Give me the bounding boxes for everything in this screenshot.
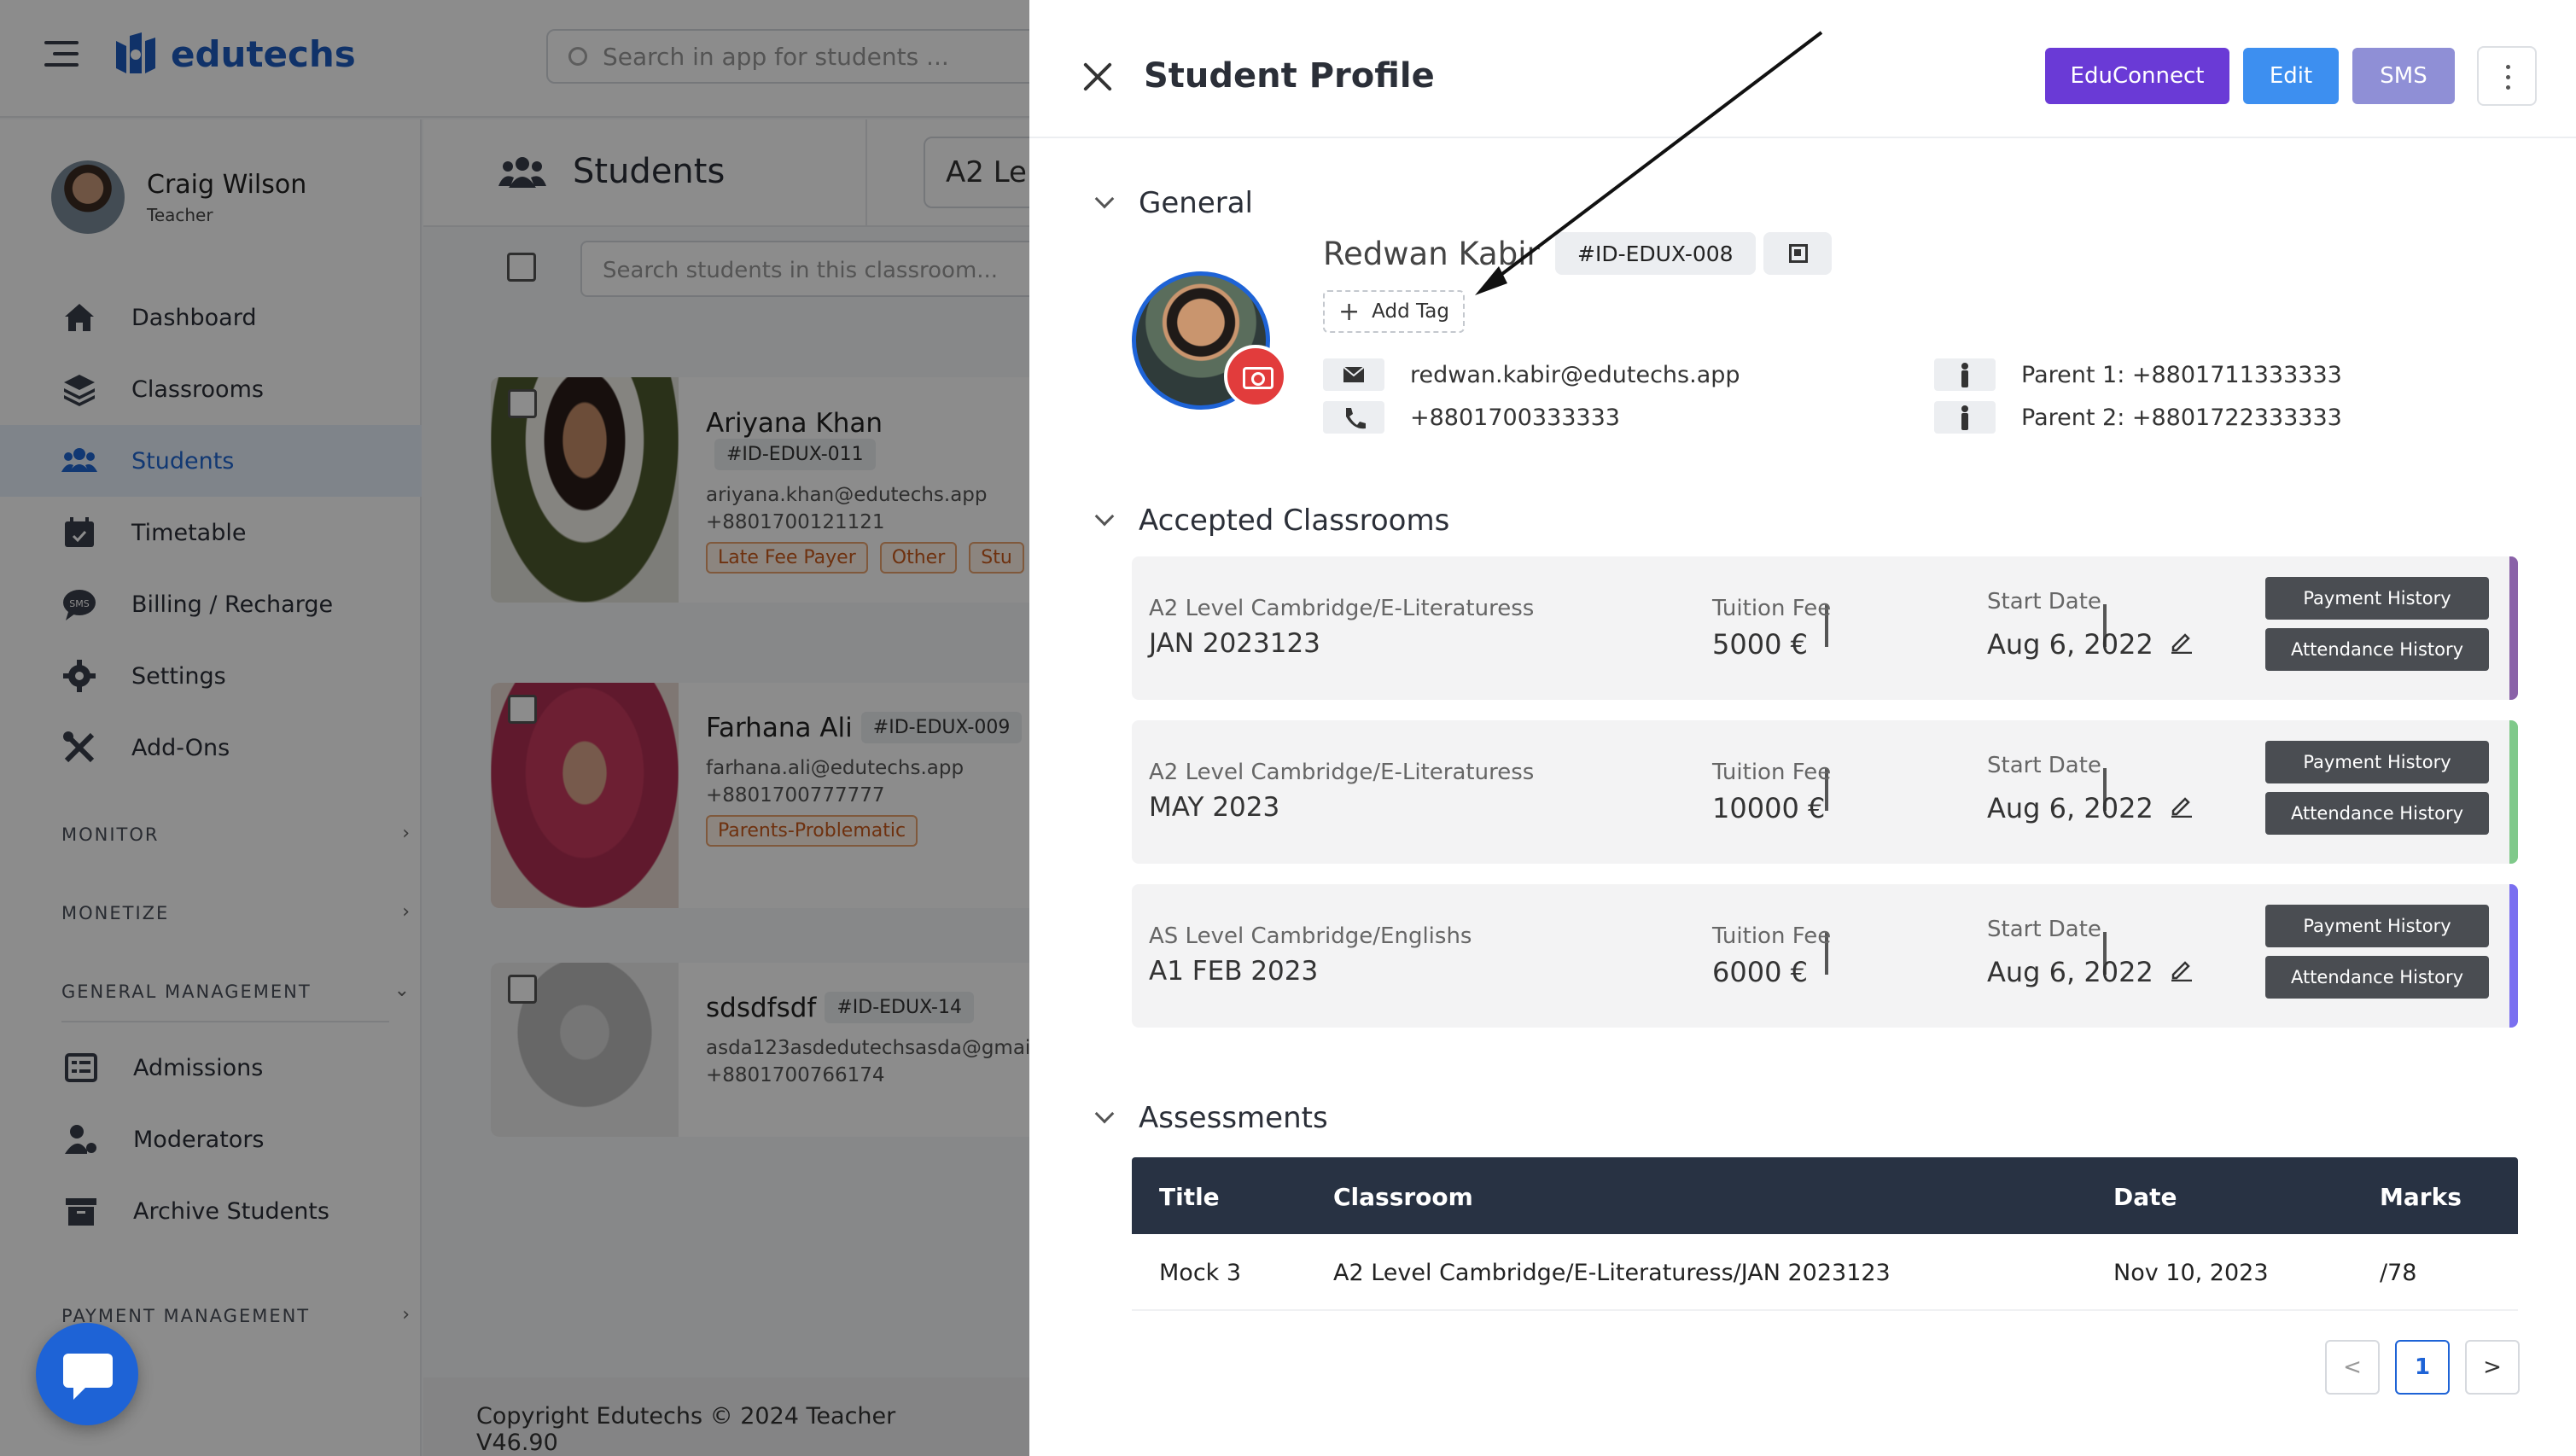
- camera-icon[interactable]: [1224, 345, 1287, 408]
- fee-label: Tuition Fee: [1712, 760, 1832, 785]
- classroom-card: AS Level Cambridge/Englishs A1 FEB 2023 …: [1132, 884, 2518, 1028]
- section-title: Accepted Classrooms: [1139, 504, 1450, 538]
- start-date-value: Aug 6, 2022: [1987, 792, 2153, 824]
- attendance-history-button[interactable]: Attendance History: [2265, 628, 2489, 671]
- attendance-history-button[interactable]: Attendance History: [2265, 792, 2489, 835]
- fee-value: 6000 €: [1712, 956, 1808, 988]
- cell-classroom: A2 Level Cambridge/E-Literaturess/JAN 20…: [1333, 1260, 1891, 1286]
- classroom-batch: JAN 2023123: [1149, 628, 1320, 659]
- app-background: edutechs Search in app for students ... …: [0, 0, 1029, 1456]
- mail-icon: [1323, 358, 1384, 391]
- kebab-dot: [2506, 75, 2510, 79]
- add-tag-button[interactable]: + Add Tag: [1323, 290, 1465, 333]
- payment-history-button[interactable]: Payment History: [2265, 905, 2489, 947]
- attendance-history-button[interactable]: Attendance History: [2265, 956, 2489, 999]
- kebab-dot: [2506, 65, 2510, 69]
- drawer-title: Student Profile: [1144, 56, 1435, 96]
- kebab-dot: [2506, 85, 2510, 90]
- assessments-table: Title Classroom Date Marks Mock 3 A2 Lev…: [1132, 1157, 2518, 1311]
- column-header[interactable]: Date: [2113, 1183, 2177, 1211]
- classroom-batch: MAY 2023: [1149, 792, 1280, 823]
- more-options-button[interactable]: [2477, 46, 2537, 106]
- column-header[interactable]: Classroom: [1333, 1183, 1473, 1211]
- add-tag-label: Add Tag: [1372, 300, 1449, 323]
- table-row[interactable]: Mock 3 A2 Level Cambridge/E-Literaturess…: [1132, 1234, 2518, 1311]
- close-icon[interactable]: [1081, 60, 1115, 94]
- person-icon: [1934, 401, 1996, 434]
- classroom-color-bar: [2509, 720, 2518, 864]
- student-email-row: redwan.kabir@edutechs.app: [1323, 358, 1740, 391]
- parent2-phone: Parent 2: +8801722333333: [2021, 404, 2342, 431]
- column-header[interactable]: Marks: [2380, 1183, 2462, 1211]
- classroom-card: A2 Level Cambridge/E-Literaturess MAY 20…: [1132, 720, 2518, 864]
- parent1-row: Parent 1: +8801711333333: [1934, 358, 2342, 391]
- modal-overlay[interactable]: [0, 0, 1029, 1456]
- classroom-course: A2 Level Cambridge/E-Literaturess: [1149, 760, 1535, 785]
- classroom-course: A2 Level Cambridge/E-Literaturess: [1149, 596, 1535, 621]
- start-date-value: Aug 6, 2022: [1987, 628, 2153, 661]
- payment-history-button[interactable]: Payment History: [2265, 741, 2489, 783]
- edit-pencil-icon[interactable]: [2168, 956, 2194, 981]
- classroom-card: A2 Level Cambridge/E-Literaturess JAN 20…: [1132, 556, 2518, 700]
- parent1-phone: Parent 1: +8801711333333: [2021, 361, 2342, 388]
- chat-support-button[interactable]: [36, 1323, 138, 1425]
- classroom-color-bar: [2509, 884, 2518, 1028]
- fee-value: 5000 €: [1712, 628, 1808, 661]
- student-phone: +8801700333333: [1410, 404, 1620, 431]
- pagination-next-button[interactable]: >: [2465, 1340, 2520, 1395]
- section-classrooms-toggle[interactable]: Accepted Classrooms: [1094, 504, 1450, 538]
- cell-marks: /78: [2380, 1260, 2417, 1286]
- start-date-label: Start Date: [1987, 589, 2101, 614]
- pagination-page-button[interactable]: 1: [2395, 1340, 2450, 1395]
- chevron-down-icon: [1094, 506, 1115, 527]
- section-title: Assessments: [1139, 1101, 1328, 1135]
- educonnect-button[interactable]: EduConnect: [2045, 48, 2229, 104]
- section-general-toggle[interactable]: General: [1094, 186, 1253, 220]
- start-date-label: Start Date: [1987, 917, 2101, 942]
- edit-button[interactable]: Edit: [2243, 48, 2339, 104]
- chat-bubble-icon: [63, 1354, 113, 1400]
- plus-icon: +: [1338, 296, 1361, 327]
- classroom-batch: A1 FEB 2023: [1149, 956, 1319, 987]
- edit-pencil-icon[interactable]: [2168, 792, 2194, 818]
- fee-label: Tuition Fee: [1712, 596, 1832, 621]
- person-icon: [1934, 358, 1996, 391]
- section-assessments-toggle[interactable]: Assessments: [1094, 1101, 1328, 1135]
- fee-label: Tuition Fee: [1712, 923, 1832, 949]
- chevron-down-icon: [1094, 189, 1115, 209]
- table-header: Title Classroom Date Marks: [1132, 1157, 2518, 1234]
- payment-history-button[interactable]: Payment History: [2265, 577, 2489, 620]
- section-title: General: [1139, 186, 1253, 220]
- classroom-course: AS Level Cambridge/Englishs: [1149, 923, 1472, 949]
- cell-title: Mock 3: [1159, 1260, 1242, 1286]
- student-phone-row: +8801700333333: [1323, 401, 1620, 434]
- start-date-value: Aug 6, 2022: [1987, 956, 2153, 988]
- pagination-prev-button[interactable]: <: [2325, 1340, 2380, 1395]
- classroom-color-bar: [2509, 556, 2518, 700]
- annotation-arrow: [1475, 31, 1823, 295]
- edit-pencil-icon[interactable]: [2168, 628, 2194, 654]
- column-header[interactable]: Title: [1159, 1183, 1220, 1211]
- sms-button[interactable]: SMS: [2352, 48, 2455, 104]
- student-email: redwan.kabir@edutechs.app: [1410, 361, 1740, 388]
- start-date-label: Start Date: [1987, 753, 2101, 778]
- parent2-row: Parent 2: +8801722333333: [1934, 401, 2342, 434]
- chevron-down-icon: [1094, 1104, 1115, 1124]
- phone-icon: [1323, 401, 1384, 434]
- fee-value: 10000 €: [1712, 792, 1826, 824]
- cell-date: Nov 10, 2023: [2113, 1260, 2269, 1286]
